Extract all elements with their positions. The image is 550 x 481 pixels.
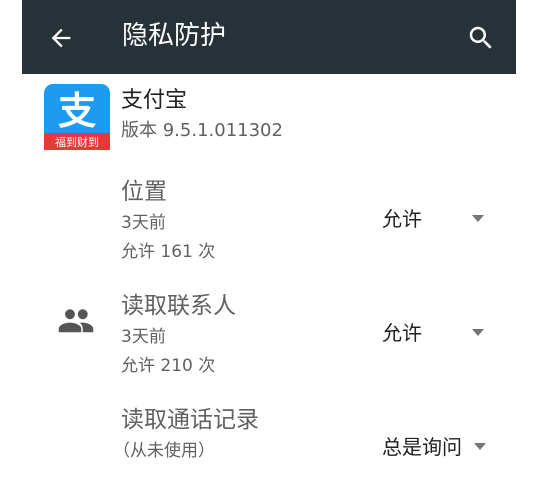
permission-setting-dropdown[interactable]: 允许 [382, 316, 494, 350]
app-name: 支付宝 [121, 88, 188, 113]
search-icon [469, 26, 492, 49]
back-button[interactable] [47, 24, 75, 52]
permission-location: 位置 3天前 允许 161 次 允许 [0, 176, 550, 268]
permission-count: 允许 210 次 [121, 356, 216, 376]
permission-last-used: 3天前 [121, 213, 166, 233]
app-icon-glyph: 支 [58, 89, 96, 133]
app-version: 版本 9.5.1.011302 [121, 120, 283, 141]
app-icon-banner: 福到财到 [55, 135, 99, 149]
search-button[interactable] [466, 23, 496, 53]
arrow-left-icon [51, 28, 71, 48]
privacy-screen: 隐私防护 支 福到财到 支付宝 版本 9.5.1.011302 位置 3天前 允… [0, 0, 550, 481]
permission-last-used: 3天前 [121, 327, 166, 347]
permission-setting-value: 允许 [382, 207, 422, 231]
dropdown-caret-icon [472, 215, 484, 222]
app-toolbar: 隐私防护 [22, 0, 516, 74]
dropdown-caret-icon [474, 443, 486, 450]
permission-setting-dropdown[interactable]: 允许 [382, 202, 494, 236]
page-title: 隐私防护 [122, 21, 227, 51]
permission-count: 允许 161 次 [121, 242, 216, 262]
contacts-icon [58, 308, 94, 334]
app-info-row: 支 福到财到 支付宝 版本 9.5.1.011302 [0, 74, 550, 160]
permission-call-log: 读取通话记录 （从未使用） 总是询问 [0, 404, 550, 474]
permission-contacts: 读取联系人 3天前 允许 210 次 允许 [0, 290, 550, 382]
permission-setting-dropdown[interactable]: 总是询问 [382, 430, 494, 464]
alipay-app-icon: 支 福到财到 [44, 84, 110, 150]
permission-title: 位置 [121, 179, 167, 205]
permission-setting-value: 允许 [382, 321, 422, 345]
permission-setting-value: 总是询问 [382, 435, 462, 459]
permission-title: 读取联系人 [121, 293, 236, 319]
dropdown-caret-icon [472, 329, 484, 336]
permission-last-used: （从未使用） [113, 441, 215, 461]
permission-title: 读取通话记录 [121, 407, 259, 433]
